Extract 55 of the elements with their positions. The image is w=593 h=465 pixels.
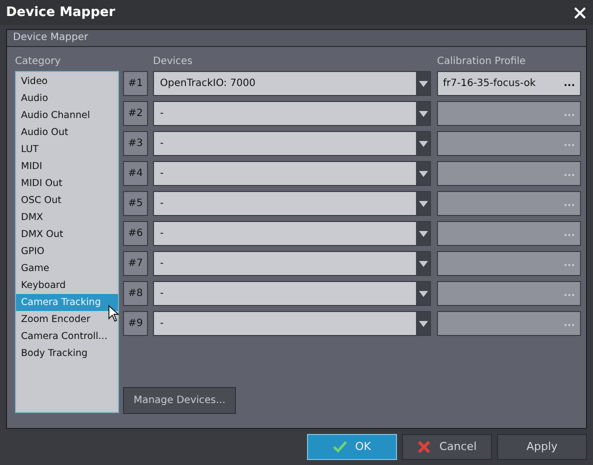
dropdown-caret-icon <box>418 260 428 266</box>
device-dropdown[interactable]: - <box>153 161 431 186</box>
slot-number: #1 <box>123 71 148 96</box>
category-item[interactable]: OSC Out <box>16 192 118 209</box>
device-dropdown[interactable]: OpenTrackIO: 7000 <box>153 71 431 96</box>
category-item[interactable]: DMX Out <box>16 226 118 243</box>
dropdown-caret-icon <box>418 290 428 296</box>
calibration-profile-field[interactable]: fr7-16-35-focus-ok ... <box>437 71 581 96</box>
calibration-profile-label: Calibration Profile <box>437 55 526 69</box>
category-item[interactable]: MIDI <box>16 158 118 175</box>
device-dropdown[interactable]: - <box>153 131 431 156</box>
category-item[interactable]: DMX <box>16 209 118 226</box>
category-item[interactable]: Audio Channel <box>16 107 118 124</box>
window-title: Device Mapper <box>6 4 116 22</box>
slot-number: #4 <box>123 161 148 186</box>
close-icon[interactable] <box>573 6 587 20</box>
cancel-button[interactable]: Cancel <box>402 434 492 460</box>
category-label: Category <box>15 55 62 69</box>
dropdown-caret-icon <box>418 200 428 206</box>
device-dropdown[interactable]: - <box>153 281 431 306</box>
category-item[interactable]: LUT <box>16 141 118 158</box>
category-item[interactable]: Camera Controll... <box>16 328 118 345</box>
group-title: Device Mapper <box>13 32 88 43</box>
device-dropdown[interactable]: - <box>153 101 431 126</box>
slot-number: #9 <box>123 311 148 336</box>
slot-number: #5 <box>123 191 148 216</box>
device-dropdown[interactable]: - <box>153 311 431 336</box>
device-dropdown[interactable]: - <box>153 191 431 216</box>
category-item[interactable]: Keyboard <box>16 277 118 294</box>
manage-devices-button[interactable]: Manage Devices... <box>123 387 236 414</box>
category-item[interactable]: MIDI Out <box>16 175 118 192</box>
dropdown-caret-icon <box>418 140 428 146</box>
category-item[interactable]: Game <box>16 260 118 277</box>
apply-button[interactable]: Apply <box>497 434 587 460</box>
slot-number: #7 <box>123 251 148 276</box>
dropdown-caret-icon <box>418 320 428 326</box>
dropdown-caret-icon <box>418 110 428 116</box>
slot-number: #8 <box>123 281 148 306</box>
mouse-cursor-icon <box>108 305 120 322</box>
dropdown-caret-icon <box>418 80 428 86</box>
slot-number: #3 <box>123 131 148 156</box>
category-item[interactable]: Audio <box>16 90 118 107</box>
checkmark-icon <box>333 441 348 453</box>
slot-number: #6 <box>123 221 148 246</box>
slot-number: #2 <box>123 101 148 126</box>
device-dropdown[interactable]: - <box>153 221 431 246</box>
category-item[interactable]: Body Tracking <box>16 345 118 362</box>
dropdown-caret-icon <box>418 170 428 176</box>
category-item[interactable]: Video <box>16 73 118 90</box>
cross-icon <box>417 440 432 454</box>
dropdown-caret-icon <box>418 230 428 236</box>
category-item[interactable]: GPIO <box>16 243 118 260</box>
devices-label: Devices <box>153 55 194 69</box>
device-dropdown[interactable]: - <box>153 251 431 276</box>
category-item[interactable]: Audio Out <box>16 124 118 141</box>
